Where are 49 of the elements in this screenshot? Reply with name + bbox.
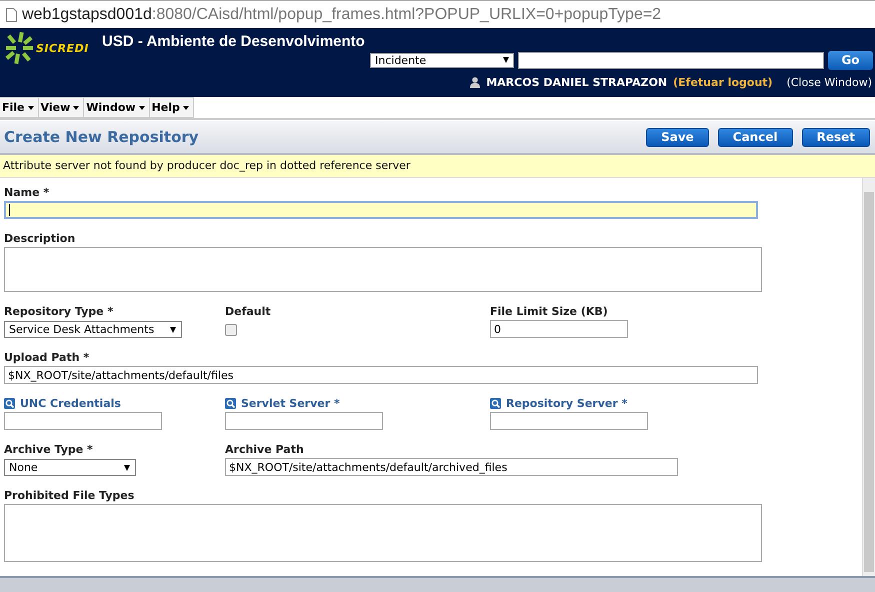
input-field[interactable] — [4, 412, 162, 430]
field-label: Name * — [4, 185, 50, 199]
error-message: Attribute server not found by producer doc_rep in dotted reference server — [0, 155, 875, 178]
input-field[interactable]: $NX_ROOT/site/attachments/default/archived_files — [225, 458, 678, 476]
search-type-dropdown[interactable]: Incidente — [370, 52, 514, 68]
field-label: Upload Path * — [4, 350, 90, 364]
lookup-link[interactable]: Servlet Server * — [241, 396, 340, 410]
field-label: Description — [4, 231, 76, 245]
menu-item[interactable]: View — [38, 97, 84, 118]
input-field[interactable] — [225, 412, 383, 430]
text-area[interactable] — [4, 247, 762, 292]
dropdown[interactable]: None — [4, 459, 136, 476]
page-icon — [6, 8, 17, 22]
field-label: Repository Type * — [4, 304, 114, 318]
scrollbar[interactable] — [862, 178, 875, 576]
action-button[interactable]: Reset — [802, 128, 870, 146]
field-label: File Limit Size (KB) — [490, 304, 609, 318]
app-title: USD - Ambiente de Desenvolvimento — [102, 33, 366, 50]
input-field[interactable]: $NX_ROOT/site/attachments/default/files — [4, 366, 758, 384]
action-button[interactable]: Save — [646, 128, 709, 146]
lookup-link[interactable]: Repository Server * — [506, 396, 628, 410]
input-field[interactable]: 0 — [490, 320, 628, 338]
user-icon — [470, 76, 480, 88]
input-field[interactable] — [490, 412, 648, 430]
search-icon[interactable] — [490, 398, 501, 408]
menu-item[interactable]: Window — [84, 97, 150, 118]
search-field[interactable] — [518, 52, 824, 68]
field-label: Archive Path — [225, 442, 305, 456]
field-label: Prohibited File Types — [4, 488, 136, 502]
dropdown[interactable]: Service Desk Attachments — [4, 321, 182, 338]
search-icon[interactable] — [225, 398, 236, 408]
field-label: Default — [225, 304, 272, 318]
text-area[interactable] — [4, 504, 762, 562]
page-title: Create New Repository — [3, 128, 199, 146]
action-button[interactable]: Cancel — [718, 128, 793, 146]
starburst-icon — [4, 31, 34, 65]
menu-item[interactable]: File — [0, 97, 39, 118]
address-url[interactable]: web1gstapsd001d:8080/CAisd/html/popup_frames.html?POPUP_URLIX=0+popupType=2 — [22, 6, 662, 24]
checkbox[interactable] — [225, 324, 237, 336]
field-label: Archive Type * — [4, 442, 94, 456]
menu-item[interactable]: Help — [150, 97, 194, 118]
user-name: MARCOS DANIEL STRAPAZON — [486, 76, 668, 88]
input-field[interactable] — [4, 201, 758, 219]
close-window-link[interactable]: (Close Window) — [786, 76, 872, 88]
logo-text: SICREDI — [36, 42, 89, 54]
lookup-link[interactable]: UNC Credentials — [20, 396, 121, 410]
logout-link[interactable]: (Efetuar logout) — [673, 76, 773, 88]
go-button[interactable]: Go — [828, 50, 873, 70]
search-icon[interactable] — [4, 398, 15, 408]
